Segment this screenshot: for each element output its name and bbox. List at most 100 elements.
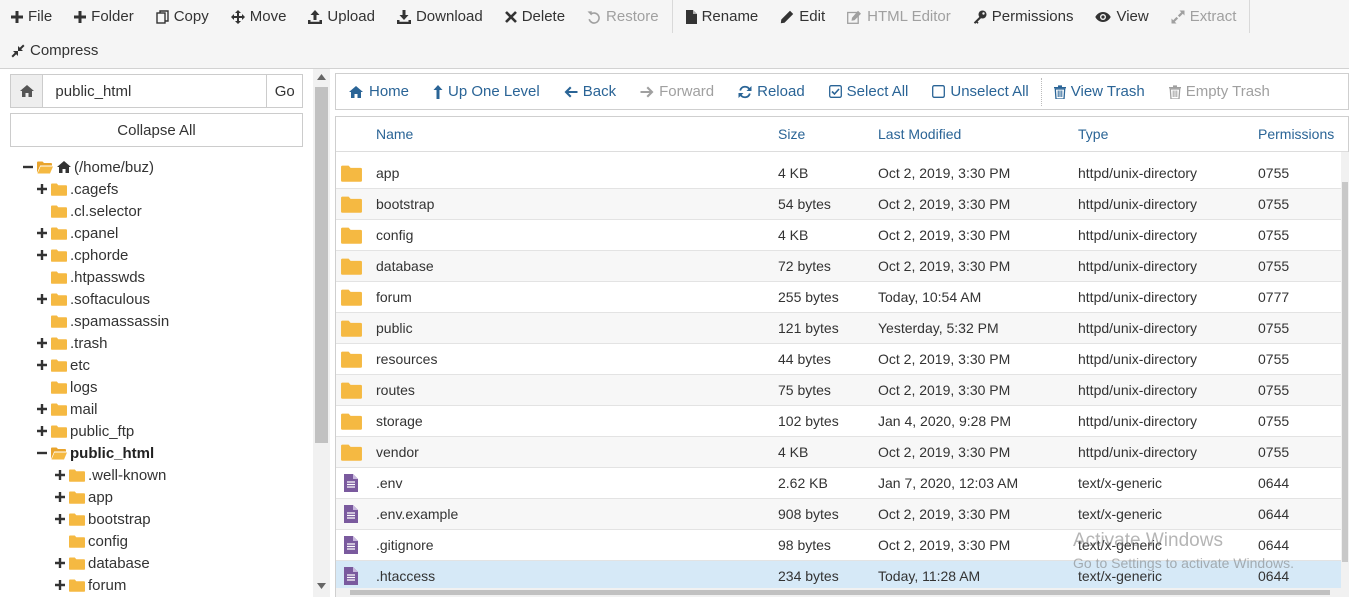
expand-plus-icon[interactable] bbox=[54, 469, 66, 481]
copy-button[interactable]: Copy bbox=[145, 0, 220, 33]
scroll-down-arrow-icon[interactable] bbox=[317, 583, 326, 589]
up-one-level-button[interactable]: Up One Level bbox=[421, 74, 552, 109]
expand-plus-icon[interactable] bbox=[54, 513, 66, 525]
tree-item-logs[interactable]: logs bbox=[36, 376, 98, 398]
expand-plus-icon[interactable] bbox=[36, 403, 48, 415]
go-button[interactable]: Go bbox=[266, 75, 302, 107]
table-row[interactable]: resources 44 bytes Oct 2, 2019, 3:30 PM htt… bbox=[336, 344, 1342, 375]
upload-button[interactable]: Upload bbox=[297, 0, 386, 33]
home-icon bbox=[348, 85, 364, 99]
file-list-vertical-scrollbar-thumb[interactable] bbox=[1342, 182, 1348, 562]
tree-item-bootstrap[interactable]: bootstrap bbox=[54, 508, 151, 530]
expand-plus-icon[interactable] bbox=[36, 183, 48, 195]
collapse-minus-icon[interactable] bbox=[36, 447, 48, 459]
table-row[interactable]: app 4 KB Oct 2, 2019, 3:30 PM httpd/unix-di… bbox=[336, 158, 1342, 189]
delete-button[interactable]: Delete bbox=[494, 0, 576, 33]
table-row[interactable]: .gitignore 98 bytes Oct 2, 2019, 3:30 PM te… bbox=[336, 530, 1342, 561]
home-button[interactable]: Home bbox=[336, 74, 421, 109]
file-list-vertical-scrollbar[interactable] bbox=[1341, 152, 1349, 597]
expand-plus-icon[interactable] bbox=[54, 579, 66, 591]
tree-item-config[interactable]: config bbox=[54, 530, 128, 552]
path-home-button[interactable] bbox=[11, 75, 44, 107]
column-header-type[interactable]: Type bbox=[1078, 117, 1108, 151]
tree-item-app[interactable]: app bbox=[54, 486, 113, 508]
expand-plus-icon[interactable] bbox=[36, 227, 48, 239]
restore-button[interactable]: Restore bbox=[576, 0, 670, 33]
tree-item-htpasswds[interactable]: .htpasswds bbox=[36, 266, 145, 288]
tree-item-label: .well-known bbox=[88, 466, 167, 484]
tree-item-well-known[interactable]: .well-known bbox=[54, 464, 166, 486]
tree-item-etc[interactable]: etc bbox=[36, 354, 90, 376]
tree-scrollbar-thumb[interactable] bbox=[315, 87, 328, 443]
column-header-permissions[interactable]: Permissions bbox=[1258, 117, 1334, 151]
rename-label: Rename bbox=[701, 8, 759, 25]
file-name: database bbox=[376, 258, 434, 274]
collapse-minus-icon[interactable] bbox=[22, 161, 34, 173]
tree-item-home-buz[interactable]: (/home/buz) bbox=[22, 156, 154, 178]
select-all-button[interactable]: Select All bbox=[817, 74, 921, 109]
column-header-name[interactable]: Name bbox=[376, 117, 413, 151]
file-last-modified: Jan 4, 2020, 9:28 PM bbox=[878, 413, 1012, 429]
folder-button[interactable]: Folder bbox=[63, 0, 145, 33]
collapse-all-button[interactable]: Collapse All bbox=[10, 113, 303, 147]
tree-item-public-ftp[interactable]: public_ftp bbox=[36, 420, 134, 442]
tree-item-cagefs[interactable]: .cagefs bbox=[36, 178, 118, 200]
tree-item-cpanel[interactable]: .cpanel bbox=[36, 222, 118, 244]
table-row[interactable]: bootstrap 54 bytes Oct 2, 2019, 3:30 PM htt… bbox=[336, 189, 1342, 220]
file-button[interactable]: File bbox=[0, 0, 63, 33]
file-list-horizontal-scrollbar[interactable] bbox=[336, 588, 1341, 597]
table-row[interactable]: vendor 4 KB Oct 2, 2019, 3:30 PM httpd/unix… bbox=[336, 437, 1342, 468]
expand-plus-icon[interactable] bbox=[36, 293, 48, 305]
table-row[interactable]: .env 2.62 KB Jan 7, 2020, 12:03 AM text/x-g… bbox=[336, 468, 1342, 499]
view-trash-button[interactable]: View Trash bbox=[1042, 74, 1157, 109]
column-header-size[interactable]: Size bbox=[778, 117, 805, 151]
tree-item-cphorde[interactable]: .cphorde bbox=[36, 244, 128, 266]
forward-button[interactable]: Forward bbox=[628, 74, 726, 109]
scroll-up-arrow-icon[interactable] bbox=[317, 74, 326, 80]
back-button[interactable]: Back bbox=[552, 74, 628, 109]
extract-button[interactable]: Extract bbox=[1160, 0, 1248, 33]
expand-plus-icon[interactable] bbox=[36, 359, 48, 371]
file-list-horizontal-scrollbar-thumb[interactable] bbox=[350, 590, 1330, 595]
permissions-button[interactable]: Permissions bbox=[962, 0, 1085, 33]
tree-item-database[interactable]: database bbox=[54, 552, 150, 574]
table-row[interactable]: .env.example 908 bytes Oct 2, 2019, 3:30 P… bbox=[336, 499, 1342, 530]
reload-button[interactable]: Reload bbox=[726, 74, 817, 109]
html-editor-button[interactable]: HTML Editor bbox=[836, 0, 962, 33]
column-header-last-modified[interactable]: Last Modified bbox=[878, 117, 961, 151]
tree-item-cl-selector[interactable]: .cl.selector bbox=[36, 200, 142, 222]
tree-item-softaculous[interactable]: .softaculous bbox=[36, 288, 150, 310]
table-row[interactable]: public 121 bytes Yesterday, 5:32 PM httpd/u… bbox=[336, 313, 1342, 344]
path-input[interactable] bbox=[43, 75, 267, 107]
expand-plus-icon[interactable] bbox=[36, 249, 48, 261]
tree-item-mail[interactable]: mail bbox=[36, 398, 98, 420]
expand-plus-icon[interactable] bbox=[54, 491, 66, 503]
table-row[interactable]: config 4 KB Oct 2, 2019, 3:30 PM httpd/unix… bbox=[336, 220, 1342, 251]
edit-button[interactable]: Edit bbox=[769, 0, 836, 33]
unselect-all-button[interactable]: Unselect All bbox=[920, 74, 1040, 109]
file-last-modified: Oct 2, 2019, 3:30 PM bbox=[878, 506, 1011, 522]
checked-box-icon bbox=[828, 85, 842, 98]
view-button[interactable]: View bbox=[1084, 0, 1159, 33]
expand-plus-icon[interactable] bbox=[36, 337, 48, 349]
folder-icon bbox=[69, 513, 85, 526]
move-button[interactable]: Move bbox=[220, 0, 298, 33]
expand-plus-icon[interactable] bbox=[54, 557, 66, 569]
tree-item-public-html[interactable]: public_html bbox=[36, 442, 154, 464]
table-row[interactable]: storage 102 bytes Jan 4, 2020, 9:28 PM http… bbox=[336, 406, 1342, 437]
expand-plus-icon[interactable] bbox=[36, 425, 48, 437]
upload-icon bbox=[308, 9, 323, 24]
tree-item-label: (/home/buz) bbox=[74, 158, 155, 176]
download-button[interactable]: Download bbox=[386, 0, 494, 33]
tree-item-trash[interactable]: .trash bbox=[36, 332, 108, 354]
tree-scrollbar[interactable] bbox=[313, 69, 330, 597]
compress-button[interactable]: Compress bbox=[0, 34, 109, 67]
rename-button[interactable]: Rename bbox=[675, 0, 770, 33]
table-row[interactable]: routes 75 bytes Oct 2, 2019, 3:30 PM httpd/… bbox=[336, 375, 1342, 406]
tree-item-forum[interactable]: forum bbox=[54, 574, 126, 596]
tree-item-spamassassin[interactable]: .spamassassin bbox=[36, 310, 169, 332]
table-row[interactable]: database 72 bytes Oct 2, 2019, 3:30 PM http… bbox=[336, 251, 1342, 282]
empty-trash-button[interactable]: Empty Trash bbox=[1157, 74, 1282, 109]
table-row[interactable]: forum 255 bytes Today, 10:54 AM httpd/unix-… bbox=[336, 282, 1342, 313]
